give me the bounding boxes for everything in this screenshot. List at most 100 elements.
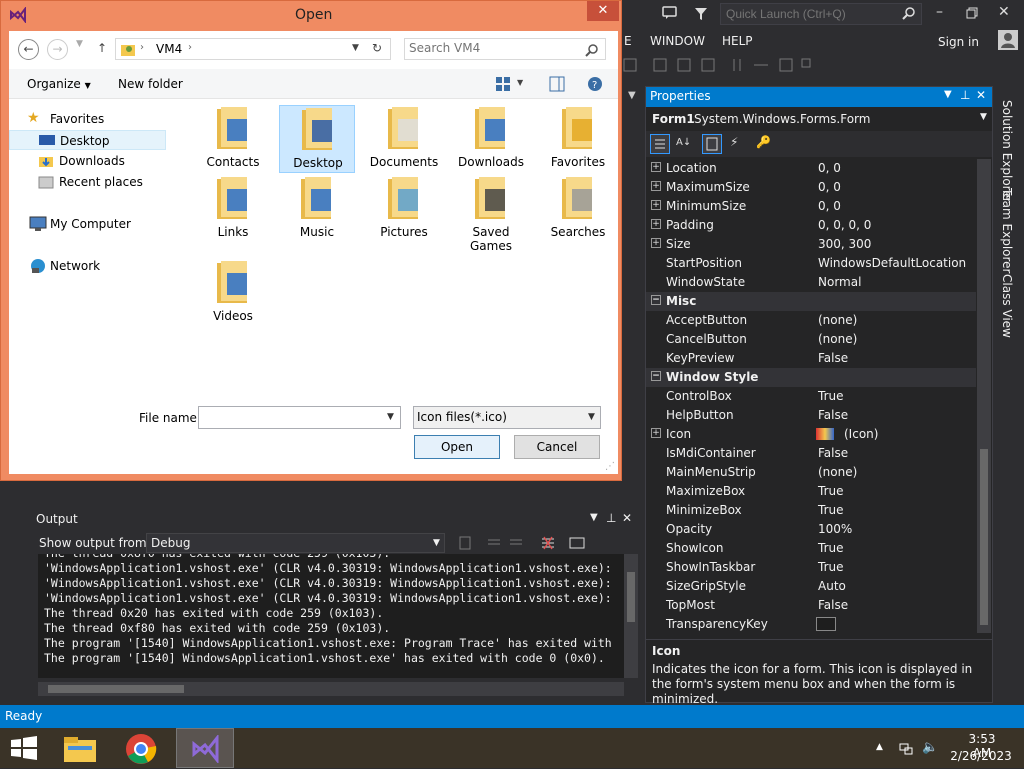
expand-icon[interactable]: + [651,238,661,248]
restore-icon[interactable] [966,7,978,22]
minimize-icon[interactable]: – [936,4,943,20]
property-category[interactable]: − Misc [646,292,976,311]
tab-team-explorer[interactable]: Team Explorer [1000,188,1014,274]
clock-date[interactable]: 2/26/2023 [948,749,1014,763]
nav-my-computer[interactable]: My Computer [9,214,166,234]
property-row[interactable]: MainMenuStrip (none) [646,463,976,482]
organize-button[interactable]: Organize ▼ [27,77,91,91]
expand-icon[interactable]: + [651,181,661,191]
search-box[interactable] [404,38,606,60]
scrollbar-thumb[interactable] [48,685,184,693]
folder-item[interactable]: Pictures [366,175,442,245]
property-row[interactable]: ControlBox True [646,387,976,406]
alphabetical-icon[interactable]: A↓ [676,137,691,148]
property-row[interactable]: ShowInTaskbar True [646,558,976,577]
property-row[interactable]: IsMdiContainer False [646,444,976,463]
property-value[interactable]: 0, 0, 0, 0 [818,218,871,232]
object-selector[interactable]: Form1 System.Windows.Forms.Form ▼ [646,109,992,129]
file-explorer-icon[interactable] [62,732,98,767]
expand-icon[interactable]: + [651,219,661,229]
output-vscrollbar[interactable] [624,554,638,678]
property-row[interactable]: TopMost False [646,596,976,615]
collapse-arrow-icon[interactable]: ▼ [628,90,636,101]
output-toolbar-icons[interactable] [458,534,618,552]
nav-favorites[interactable]: ★ Favorites [9,109,166,129]
property-row[interactable]: StartPosition WindowsDefaultLocation [646,254,976,273]
sign-in-link[interactable]: Sign in [938,35,979,49]
events-icon[interactable]: ⚡ [730,135,738,149]
new-folder-button[interactable]: New folder [118,77,183,91]
close-panel-icon[interactable]: ✕ [622,511,632,525]
property-row[interactable]: KeyPreview False [646,349,976,368]
recent-dropdown-icon[interactable]: ▼ [76,39,83,49]
folder-item[interactable]: Saved Games [453,175,529,253]
categorized-icon[interactable] [650,134,670,154]
property-value[interactable]: False [818,351,848,365]
chevron-down-icon[interactable]: ▼ [980,112,987,122]
output-hscrollbar[interactable] [38,682,624,696]
property-value[interactable]: 300, 300 [818,237,871,251]
folder-item[interactable]: Searches [540,175,616,245]
output-source-select[interactable]: Debug ▼ [146,533,445,553]
property-row[interactable]: TransparencyKey [646,615,976,634]
property-value[interactable]: True [818,503,844,517]
property-row[interactable]: + Icon (Icon) [646,425,976,444]
nav-network[interactable]: Network [9,256,166,276]
property-value[interactable]: 0, 0 [818,161,841,175]
forward-button[interactable]: → [47,39,68,60]
avatar[interactable] [998,30,1018,50]
folder-item[interactable]: Contacts [195,105,271,175]
preview-pane-icon[interactable] [549,76,565,92]
property-value[interactable]: 0, 0 [818,180,841,194]
property-value[interactable]: Auto [818,579,846,593]
property-row[interactable]: AcceptButton (none) [646,311,976,330]
visual-studio-task[interactable] [176,728,234,768]
chevron-down-icon[interactable]: ▼ [588,412,595,422]
property-value[interactable]: True [818,541,844,555]
nav-downloads[interactable]: Downloads [9,151,166,171]
back-button[interactable]: ← [18,39,39,60]
filter-icon[interactable] [694,7,708,24]
expand-icon[interactable]: + [651,200,661,210]
menu-item-help[interactable]: HELP [722,34,753,48]
menu-item-e[interactable]: E [624,34,632,48]
scrollbar-thumb[interactable] [980,449,988,625]
network-tray-icon[interactable] [898,740,914,759]
properties-icon[interactable] [702,134,722,154]
folder-item[interactable]: Videos [195,259,271,329]
property-value[interactable]: (Icon) [844,427,878,441]
property-value[interactable]: False [818,408,848,422]
quick-launch-input[interactable] [720,3,922,25]
pin-icon[interactable]: ⊥ [606,511,616,525]
breadcrumb[interactable]: VM4 [156,42,182,56]
cancel-button[interactable]: Cancel [514,435,600,459]
property-row[interactable]: CancelButton (none) [646,330,976,349]
property-value[interactable]: 0, 0 [818,199,841,213]
nav-desktop[interactable]: Desktop [9,130,166,150]
nav-recent-places[interactable]: Recent places [9,172,166,192]
property-value[interactable]: True [818,389,844,403]
property-row[interactable]: + MinimumSize 0, 0 [646,197,976,216]
folder-item[interactable]: Music [279,175,355,245]
pin-icon[interactable]: ⊥ [960,88,970,102]
output-text-area[interactable]: The thread 0x8f0 has exited with code 25… [38,554,624,678]
resize-grip-icon[interactable]: ⋰ [605,461,615,472]
file-name-field[interactable]: ▼ [198,406,401,429]
property-pages-icon[interactable]: 🔑 [756,135,771,149]
property-row[interactable]: ShowIcon True [646,539,976,558]
search-input[interactable] [409,41,579,55]
view-options-icon[interactable] [495,76,511,92]
dropdown-icon[interactable]: ▼ [590,512,598,523]
expand-icon[interactable]: + [651,162,661,172]
property-row[interactable]: + Location 0, 0 [646,159,976,178]
file-type-select[interactable]: Icon files(*.ico) ▼ [413,406,601,429]
property-value[interactable]: (none) [818,332,857,346]
property-scrollbar[interactable] [977,159,991,633]
property-row[interactable]: MaximizeBox True [646,482,976,501]
chrome-icon[interactable] [124,732,158,769]
folder-item[interactable]: Documents [366,105,442,175]
folder-item[interactable]: Downloads [453,105,529,175]
address-bar[interactable]: › VM4 › ▼ ↻ [115,38,391,60]
search-icon[interactable] [902,6,916,23]
property-value[interactable]: WindowsDefaultLocation [818,256,966,270]
